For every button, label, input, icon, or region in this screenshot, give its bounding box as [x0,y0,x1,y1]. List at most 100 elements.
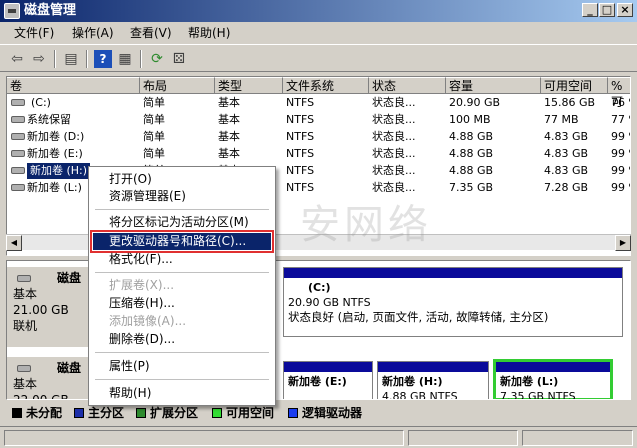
drive-icon [11,133,25,140]
column-header-free-space[interactable]: 可用空间 [541,77,608,94]
menu-item-open[interactable]: 打开(O) [93,171,271,188]
console-tree-icon[interactable]: ▤ [62,50,80,68]
drive-icon [11,184,25,191]
logical-drive-bar [496,362,610,372]
partition-size: 4.88 GB NTFS [382,390,458,400]
volume-type: 基本 [218,113,240,126]
menu-item-format[interactable]: 格式化(F)... [93,251,271,268]
menu-item-properties[interactable]: 属性(P) [93,358,271,375]
menu-item-help[interactable]: 帮助(H) [93,385,271,402]
disk-1-label[interactable]: 磁盘 基本 22.00 GB [7,357,93,400]
help-icon[interactable]: ? [94,50,112,68]
volume-type: 基本 [218,130,240,143]
logical-drive-bar [284,362,372,372]
partition-title: 新加卷 (H:) [382,375,443,388]
volume-filesystem: NTFS [286,164,315,177]
status-cell [4,430,404,446]
menu-bar: 文件(F) 操作(A) 查看(V) 帮助(H) [0,22,637,44]
menu-item-shrink-volume[interactable]: 压缩卷(H)... [93,295,271,312]
volume-percent-free: 99 % [611,164,630,177]
scroll-right-icon[interactable]: ▶ [615,235,631,251]
legend-swatch-unallocated [12,408,22,418]
volume-status: 状态良... [372,113,416,126]
logical-drive-bar [378,362,488,372]
minimize-button[interactable]: _ [582,3,598,17]
partition-status: 状态良好 (启动, 页面文件, 活动, 故障转储, 主分区) [288,310,549,324]
menu-view[interactable]: 查看(V) [130,22,172,44]
refresh-icon[interactable]: ⟳ [148,50,166,68]
volume-filesystem: NTFS [286,113,315,126]
menu-separator [95,209,269,210]
volume-percent-free: 99 % [611,130,630,143]
drive-icon [11,99,25,106]
column-header-type[interactable]: 类型 [215,77,283,94]
column-header-status[interactable]: 状态 [369,77,446,94]
volume-filesystem: NTFS [286,130,315,143]
disk-name: 磁盘 [57,361,82,375]
column-header-capacity[interactable]: 容量 [446,77,541,94]
menu-help[interactable]: 帮助(H) [188,22,230,44]
volume-status: 状态良... [372,147,416,160]
volume-type: 基本 [218,147,240,160]
volume-filesystem: NTFS [286,96,315,109]
volume-capacity: 4.88 GB [449,164,494,177]
properties-icon[interactable]: ▦ [116,50,134,68]
disk-size: 21.00 GB [13,303,69,317]
menu-file[interactable]: 文件(F) [14,22,54,44]
volume-filesystem: NTFS [286,181,315,194]
legend-swatch-logical [288,408,298,418]
volume-name: 新加卷 (D:) [27,130,85,143]
menu-item-explore[interactable]: 资源管理器(E) [93,188,271,205]
legend-label: 逻辑驱动器 [302,406,363,420]
disk-icon [17,365,31,372]
close-button[interactable]: × [617,3,633,17]
volume-free-space: 7.28 GB [544,181,589,194]
legend-label: 可用空间 [226,406,275,420]
volume-layout: 简单 [143,96,165,109]
back-arrow-icon[interactable]: ⇦ [8,50,26,68]
partition-c[interactable]: (C:) 20.90 GB NTFS 状态良好 (启动, 页面文件, 活动, 故… [283,267,623,337]
maximize-button[interactable]: □ [599,3,615,17]
volume-name: 系统保留 [27,113,71,126]
volume-type: 基本 [218,96,240,109]
column-header-filesystem[interactable]: 文件系统 [283,77,369,94]
legend-label: 扩展分区 [150,406,199,420]
column-header-layout[interactable]: 布局 [140,77,215,94]
status-cell [522,430,633,446]
volume-name: (C:) [31,96,51,109]
volume-layout: 简单 [143,130,165,143]
forward-arrow-icon[interactable]: ⇨ [30,50,48,68]
partition-size: 7.35 GB NTFS [500,390,576,400]
disk-type: 基本 [13,377,38,391]
menu-item-mark-active[interactable]: 将分区标记为活动分区(M) [93,214,271,231]
toolbar-separator [86,50,88,68]
partition-title: 新加卷 (L:) [500,375,559,388]
menu-separator [95,272,269,273]
volume-free-space: 77 MB [544,113,579,126]
volume-percent-free: 99 % [611,181,630,194]
volume-filesystem: NTFS [286,147,315,160]
volume-status: 状态良... [372,130,416,143]
partition-h[interactable]: 新加卷 (H:) 4.88 GB NTFS [377,361,489,400]
partition-l[interactable]: 新加卷 (L:) 7.35 GB NTFS [493,359,613,400]
title-bar: 磁盘管理 _ □ × [0,0,637,22]
menu-item-change-drive-letter[interactable]: 更改驱动器号和路径(C)... [90,230,274,253]
menu-action[interactable]: 操作(A) [72,22,114,44]
menu-item-delete-volume[interactable]: 删除卷(D)... [93,331,271,348]
volume-free-space: 4.83 GB [544,164,589,177]
volume-capacity: 7.35 GB [449,181,494,194]
rescan-disks-icon[interactable]: ⚄ [170,50,188,68]
partition-e[interactable]: 新加卷 (E:) [283,361,373,399]
partition-title: (C:) [308,281,331,294]
menu-separator [95,379,269,380]
context-menu: 打开(O) 资源管理器(E) 将分区标记为活动分区(M) 更改驱动器号和路径(C… [88,166,276,406]
volume-layout: 简单 [143,147,165,160]
volume-free-space: 4.83 GB [544,147,589,160]
toolbar: ⇦ ⇨ ▤ ? ▦ ⟳ ⚄ [0,44,637,72]
disk-0-label[interactable]: 磁盘 基本 21.00 GB 联机 [7,267,93,347]
column-header-volume[interactable]: 卷 [7,77,140,94]
disk-size: 22.00 GB [13,393,69,400]
scroll-left-icon[interactable]: ◀ [6,235,22,251]
column-header-percent-free[interactable]: % 可 [608,77,630,109]
drive-icon [11,167,25,174]
